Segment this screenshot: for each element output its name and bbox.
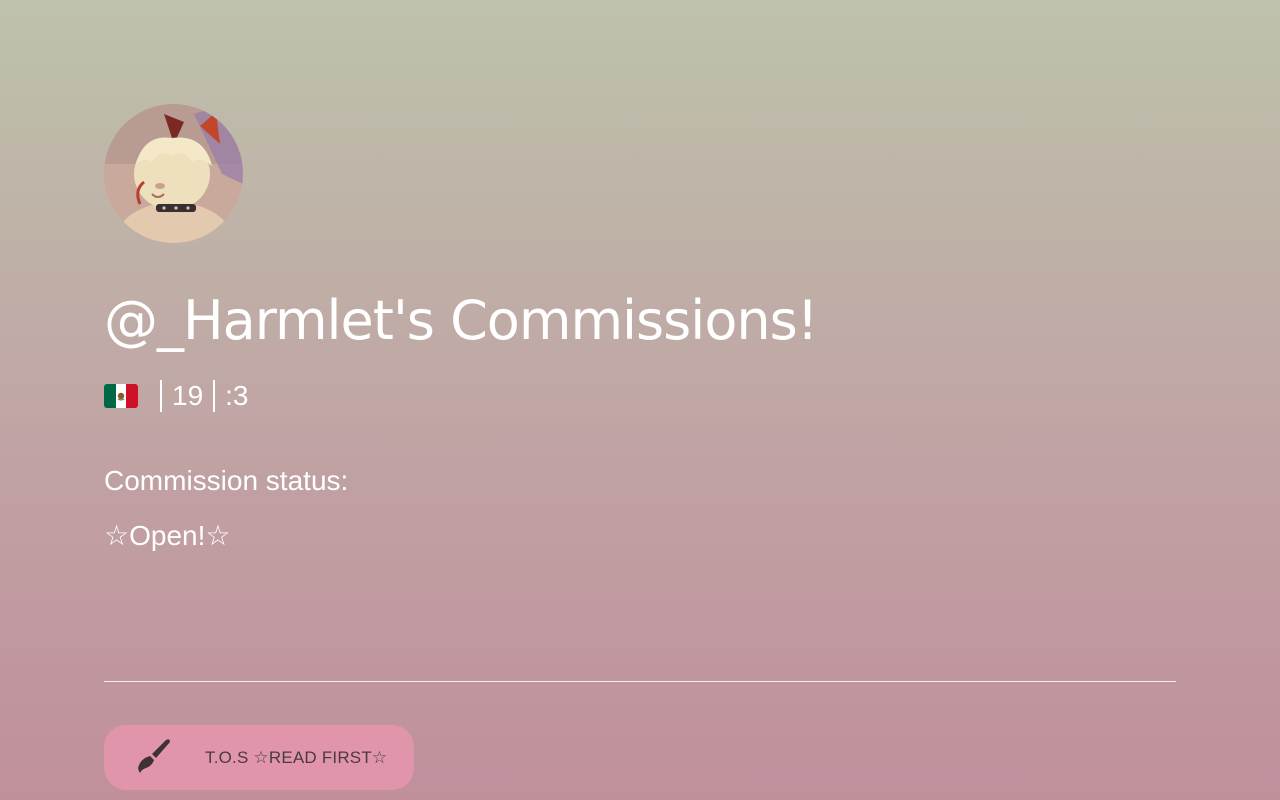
separator [213,379,216,412]
emote-text: :3 [225,379,249,411]
divider [104,681,1176,682]
bio: Commission status: ☆Open!☆ [104,464,1176,553]
page-title: @_Harmlet's Commissions! [104,289,818,352]
profile-header: @_Harmlet's Commissions! 19 :3 Commissio… [104,104,1176,575]
tos-link-label: T.O.S ☆READ FIRST☆ [205,747,388,767]
separator [160,379,162,412]
mexico-flag-icon [104,383,138,408]
avatar [104,104,243,243]
avatar-image [104,104,243,243]
tos-link-button[interactable]: T.O.S ☆READ FIRST☆ [104,725,414,790]
age-text: 19 [172,379,204,411]
paintbrush-icon [134,738,174,778]
commission-status-value: ☆Open!☆ [104,520,231,552]
profile-subline: 19 :3 [104,378,1176,414]
commission-status-label: Commission status: [104,464,349,496]
